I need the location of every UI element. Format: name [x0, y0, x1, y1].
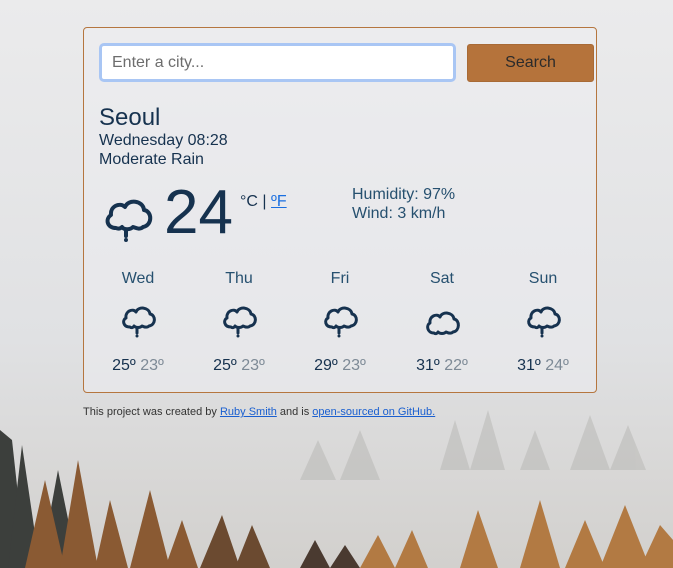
- footer-prefix: This project was created by: [83, 406, 217, 418]
- unit-separator: |: [262, 193, 267, 210]
- weather-app-card: Search Seoul Wednesday 08:28 Moderate Ra…: [83, 27, 597, 393]
- forecast-day-name: Sat: [429, 270, 454, 287]
- city-name: Seoul: [99, 104, 161, 131]
- cloud-rain-icon: [324, 306, 358, 338]
- unit-toggle: °C | ºF: [240, 193, 287, 211]
- forecast-day: Sat 31º 22º: [402, 270, 482, 375]
- current-datetime: Wednesday 08:28: [99, 132, 228, 149]
- github-repo-link[interactable]: open-sourced on GitHub.: [312, 406, 435, 418]
- forecast-day-name: Fri: [330, 270, 350, 287]
- weather-description: Moderate Rain: [99, 151, 204, 168]
- forecast-max: 29º: [314, 357, 338, 374]
- forecast-day: Fri 29º 23º: [300, 270, 380, 375]
- forecast-min: 23º: [342, 357, 366, 374]
- city-search-input[interactable]: [99, 43, 456, 82]
- author-link[interactable]: Ruby Smith: [220, 406, 277, 418]
- forecast-day: Thu 25º 23º: [199, 270, 279, 375]
- forecast-day-name: Wed: [121, 270, 155, 287]
- cloud-rain-icon: [105, 199, 153, 242]
- search-button[interactable]: Search: [467, 44, 594, 82]
- forecast-day: Sun 31º 24º: [503, 270, 583, 375]
- forecast-max: 25º: [213, 357, 237, 374]
- forecast-min: 24º: [545, 357, 569, 374]
- forecast-day-name: Sun: [528, 270, 558, 287]
- forecast-max: 31º: [416, 357, 440, 374]
- fahrenheit-link[interactable]: ºF: [271, 193, 287, 210]
- forecast-min: 22º: [444, 357, 468, 374]
- cloud-icon: [426, 311, 460, 336]
- forecast-day: Wed 25º 23º: [98, 270, 178, 375]
- forecast-max: 31º: [517, 357, 541, 374]
- forecast-max: 25º: [112, 357, 136, 374]
- celsius-unit: °C: [240, 193, 258, 210]
- cloud-rain-icon: [122, 306, 156, 338]
- wind: Wind: 3 km/h: [352, 205, 446, 222]
- cloud-rain-icon: [223, 306, 257, 338]
- forecast-day-name: Thu: [225, 270, 253, 287]
- forecast-min: 23º: [140, 357, 164, 374]
- humidity: Humidity: 97%: [352, 186, 456, 203]
- footer: This project was created by Ruby Smith a…: [83, 406, 435, 418]
- forecast-min: 23º: [241, 357, 265, 374]
- current-temperature: 24: [164, 178, 233, 247]
- cloud-rain-icon: [527, 306, 561, 338]
- footer-middle: and is: [279, 406, 310, 418]
